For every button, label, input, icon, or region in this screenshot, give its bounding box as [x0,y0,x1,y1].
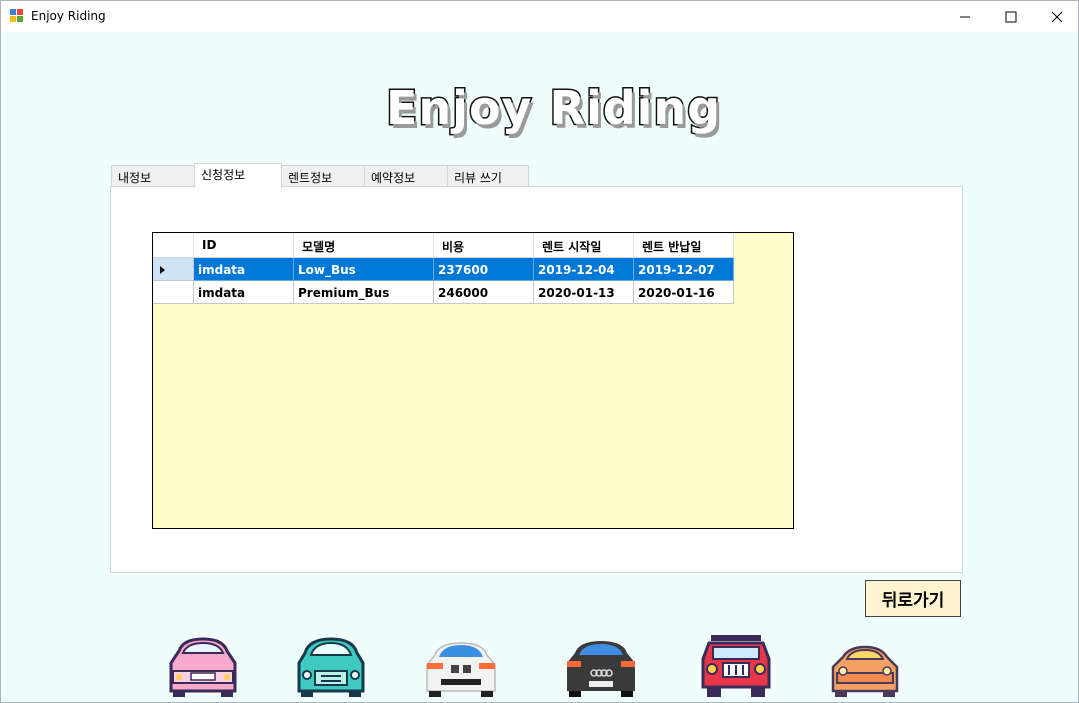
data-grid[interactable]: ID 모델명 비용 렌트 시작일 렌트 반납일 imdata Low_Bus 2… [152,232,794,529]
tab-write-review[interactable]: 리뷰 쓰기 [447,165,529,187]
column-header-start-date[interactable]: 렌트 시작일 [534,233,634,258]
tab-rent-info[interactable]: 렌트정보 [281,165,365,187]
car-dark-audi-icon [567,641,635,697]
row-header[interactable] [153,281,194,304]
column-header-end-date[interactable]: 렌트 반납일 [634,233,734,258]
row-pointer-icon [160,266,165,274]
car-pink-icon [169,637,237,697]
minimize-icon [960,16,970,17]
column-header-model[interactable]: 모델명 [294,233,434,258]
app-window-icon [10,9,24,22]
table-row-cell-id[interactable]: imdata [194,281,294,304]
grid-corner-header [153,233,194,258]
column-header-cost[interactable]: 비용 [434,233,534,258]
row-header-selected[interactable] [153,258,194,281]
car-teal-icon [297,637,365,697]
table-row-cell-cost[interactable]: 246000 [434,281,534,304]
table-row-cell-id[interactable]: imdata [194,258,294,281]
tab-application-info[interactable]: 신청정보 [194,163,282,188]
table-row-cell-cost[interactable]: 237600 [434,258,534,281]
table-row-cell-end[interactable]: 2020-01-16 [634,281,734,304]
logo-title: Enjoy Riding [385,80,722,137]
close-icon [1051,11,1063,22]
maximize-icon [1005,11,1017,22]
tab-reservation-info[interactable]: 예약정보 [364,165,448,187]
car-white-bmw-icon [426,642,496,697]
car-orange-icon [831,645,899,697]
table-row-cell-model[interactable]: Premium_Bus [294,281,434,304]
table-row-cell-model[interactable]: Low_Bus [294,258,434,281]
car-red-jeep-icon [701,635,771,697]
tab-my-info[interactable]: 내정보 [111,165,195,187]
back-button[interactable]: 뒤로가기 [865,580,961,617]
table-row-cell-start[interactable]: 2019-12-04 [534,258,634,281]
table-row-cell-end[interactable]: 2019-12-07 [634,258,734,281]
close-button[interactable] [1034,1,1079,32]
maximize-button[interactable] [988,1,1034,32]
column-header-id[interactable]: ID [194,233,294,258]
window-title: Enjoy Riding [31,9,106,23]
minimize-button[interactable] [942,1,988,32]
app-window: Enjoy Riding Enjoy Riding 내정보 신청정보 렌트정보 … [0,0,1079,703]
title-bar: Enjoy Riding [1,1,1078,32]
table-row-cell-start[interactable]: 2020-01-13 [534,281,634,304]
